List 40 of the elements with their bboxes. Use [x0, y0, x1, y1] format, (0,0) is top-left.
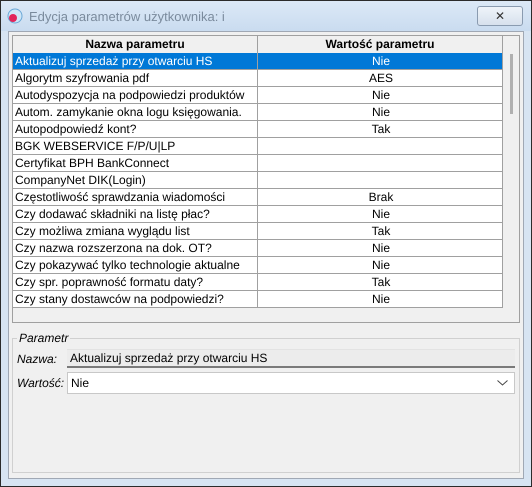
table-cell[interactable]: Certyfikat BPH BankConnect [13, 155, 258, 172]
close-button[interactable]: ✕ [477, 6, 523, 26]
app-logo-icon [7, 8, 23, 24]
group-title: Parametr [18, 331, 70, 345]
table-cell[interactable] [258, 155, 503, 172]
table-cell[interactable]: Nie [258, 291, 503, 308]
value-dropdown[interactable]: Nie [67, 372, 515, 394]
table-cell[interactable]: Tak [258, 121, 503, 138]
table-cell[interactable]: Czy dodawać składniki na listę płac? [13, 206, 258, 223]
table-cell[interactable] [258, 172, 503, 189]
table-cell[interactable]: Czy pokazywać tylko technologie aktualne [13, 257, 258, 274]
table-cell[interactable] [258, 138, 503, 155]
table-cell[interactable]: Aktualizuj sprzedaż przy otwarciu HS [13, 53, 258, 70]
field-label: Nazwa: [17, 352, 58, 366]
table-cell[interactable]: Częstotliwość sprawdzania wiadomości [13, 189, 258, 206]
table-cell[interactable]: Czy możliwa zmiana wyglądu list [13, 223, 258, 240]
table-cell[interactable]: Autom. zamykanie okna logu księgowania. [13, 104, 258, 121]
table-cell[interactable]: Nie [258, 87, 503, 104]
scroll-thumb[interactable] [510, 54, 512, 114]
table-cell[interactable]: Nie [258, 240, 503, 257]
table-cell[interactable]: Czy stany dostawców na podpowiedzi? [13, 291, 258, 308]
table-cell[interactable]: BGK WEBSERVICE F/P/U|LP [13, 138, 258, 155]
table-cell[interactable]: Algorytm szyfrowania pdf [13, 70, 258, 87]
table-cell[interactable]: CompanyNet DIK(Login) [13, 172, 258, 189]
chevron-down-icon [497, 380, 508, 386]
window-title: Edycja parametrów użytkownika: i [29, 8, 226, 24]
table-cell[interactable]: AES [258, 70, 503, 87]
table-cell[interactable]: Nie [258, 53, 503, 70]
table-cell[interactable]: Tak [258, 274, 503, 291]
name-field: Aktualizuj sprzedaż przy otwarciu HS [67, 349, 515, 368]
table-cell[interactable]: Nie [258, 257, 503, 274]
table-cell[interactable]: Nie [258, 206, 503, 223]
table-cell[interactable]: Brak [258, 189, 503, 206]
field-label: Wartość: [17, 376, 65, 390]
table-cell[interactable]: Czy nazwa rozszerzona na dok. OT? [13, 240, 258, 257]
table-cell[interactable]: Autodyspozycja na podpowiedzi produktów [13, 87, 258, 104]
table-cell[interactable]: Autopodpowiedź kont? [13, 121, 258, 138]
table-cell[interactable]: Nie [258, 104, 503, 121]
table-cell[interactable]: Tak [258, 223, 503, 240]
table-cell[interactable]: Czy spr. poprawność formatu daty? [13, 274, 258, 291]
